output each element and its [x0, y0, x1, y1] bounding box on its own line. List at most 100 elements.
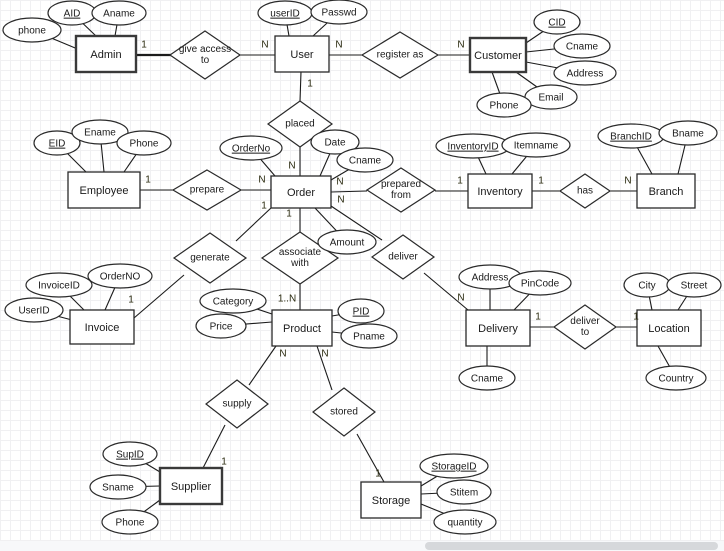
attribute-label-del-address: Address: [472, 273, 509, 284]
attribute-prod-category[interactable]: Category: [199, 288, 267, 314]
attribute-loc-country[interactable]: Country: [645, 365, 707, 391]
attribute-label-loc-country: Country: [658, 374, 693, 385]
attribute-label-cust-email: Email: [538, 93, 563, 104]
attribute-admin-aname[interactable]: Aname: [91, 0, 147, 26]
attribute-label-emp-eid: EID: [49, 139, 66, 150]
attribute-inv-inventoryid[interactable]: InventoryID: [435, 133, 511, 159]
relationship-supply[interactable]: supply: [205, 379, 269, 429]
relationship-label-stored: stored: [330, 407, 358, 418]
attribute-del-pincode[interactable]: PinCode: [508, 270, 572, 296]
attribute-cust-cname[interactable]: Cname: [553, 33, 611, 59]
entity-label-storage: Storage: [372, 495, 411, 507]
er-diagram-canvas[interactable]: Admin User Customer Employee Order Inventory B…: [0, 0, 724, 551]
relationship-label-deliver: deliver: [388, 252, 418, 263]
cardinality-card-storage-1: 1: [375, 469, 381, 480]
connector-order-generate: [235, 207, 272, 242]
attribute-label-user-passwd: Passwd: [321, 8, 356, 19]
relationship-label-has: has: [577, 186, 593, 197]
attribute-label-inv-itemname: Itemname: [514, 141, 559, 152]
attribute-label-cust-cid: CID: [548, 18, 565, 29]
entity-storage[interactable]: Storage: [360, 481, 422, 519]
horizontal-scrollbar-thumb[interactable]: [425, 542, 718, 550]
horizontal-scrollbar-track[interactable]: [0, 541, 724, 551]
entity-label-employee: Employee: [80, 185, 129, 197]
attribute-label-loc-street: Street: [681, 281, 708, 292]
attribute-order-orderno[interactable]: OrderNo: [219, 135, 283, 161]
entity-delivery[interactable]: Delivery: [465, 309, 531, 347]
entity-customer[interactable]: Customer: [468, 36, 528, 74]
cardinality-card-product-sup-n: N: [279, 349, 286, 360]
attribute-order-amount[interactable]: Amount: [317, 229, 377, 255]
attribute-sto-quantity[interactable]: quantity: [433, 509, 497, 535]
attribute-sup-phone[interactable]: Phone: [101, 509, 159, 535]
attribute-del-cname[interactable]: Cname: [458, 365, 516, 391]
attribute-cust-cid[interactable]: CID: [533, 9, 581, 35]
attribute-sup-supid[interactable]: SupID: [102, 441, 158, 467]
relationship-generate[interactable]: generate: [172, 232, 248, 284]
entity-product[interactable]: Product: [271, 309, 333, 347]
entity-invoice[interactable]: Invoice: [69, 309, 135, 345]
entity-label-order: Order: [287, 187, 315, 199]
entity-inventory[interactable]: Inventory: [467, 173, 533, 209]
attribute-sup-sname[interactable]: Sname: [89, 474, 147, 500]
entity-label-admin: Admin: [90, 49, 121, 61]
attribute-label-cust-address: Address: [567, 69, 604, 80]
attribute-inv-invoiceid[interactable]: InvoiceID: [25, 272, 93, 298]
entity-user[interactable]: User: [274, 35, 330, 73]
attribute-prod-price[interactable]: Price: [195, 313, 247, 339]
relationship-has[interactable]: has: [558, 173, 612, 209]
entity-label-product: Product: [283, 323, 321, 335]
relationship-prepare[interactable]: prepare: [171, 169, 243, 211]
cardinality-card-user-left-n: N: [261, 40, 268, 51]
entity-employee[interactable]: Employee: [67, 171, 141, 209]
entity-branch[interactable]: Branch: [636, 173, 696, 209]
cardinality-card-user-right-n: N: [335, 40, 342, 51]
entity-admin[interactable]: Admin: [74, 34, 138, 74]
entity-label-supplier: Supplier: [171, 481, 212, 493]
relationship-stored[interactable]: stored: [312, 387, 376, 437]
attribute-label-cust-phone: Phone: [490, 101, 519, 112]
attribute-user-userid[interactable]: userID: [257, 0, 313, 26]
attribute-loc-street[interactable]: Street: [666, 272, 722, 298]
attribute-order-cname[interactable]: Cname: [336, 147, 394, 173]
attribute-inv-itemname[interactable]: Itemname: [501, 132, 571, 158]
attribute-label-user-userid: userID: [270, 9, 299, 20]
attribute-sto-stitem[interactable]: Stitem: [436, 479, 492, 505]
relationship-deliver[interactable]: deliver: [370, 234, 436, 280]
attribute-label-branch-branchid: BranchID: [610, 132, 652, 143]
relationship-deliver-to[interactable]: deliverto: [552, 304, 618, 350]
cardinality-card-inventory-has-1: 1: [538, 176, 544, 187]
entity-nodes: Admin User Customer Employee Order Inventory B…: [67, 34, 702, 519]
cardinality-card-product-sto-n: N: [321, 349, 328, 360]
relationship-label-deliver-to: deliver: [570, 316, 600, 327]
attribute-prod-pid[interactable]: PID: [337, 298, 385, 324]
attribute-label-inv-inventoryid: InventoryID: [447, 142, 498, 153]
attribute-sto-storageid[interactable]: StorageID: [419, 453, 489, 479]
attribute-branch-branchid[interactable]: BranchID: [597, 123, 665, 149]
attribute-admin-phone[interactable]: phone: [2, 17, 62, 43]
entity-order[interactable]: Order: [270, 175, 332, 209]
connector-user-placed: [299, 71, 302, 102]
attribute-admin-aid[interactable]: AID: [47, 0, 97, 26]
attribute-label-emp-phone: Phone: [130, 139, 159, 150]
relationship-give-access-to[interactable]: give accessto: [168, 30, 242, 80]
attribute-loc-city[interactable]: City: [623, 272, 671, 298]
entity-supplier[interactable]: Supplier: [158, 466, 224, 506]
relationship-register-as[interactable]: register as: [360, 31, 440, 79]
attribute-branch-bname[interactable]: Bname: [658, 120, 718, 146]
attribute-user-passwd[interactable]: Passwd: [310, 0, 368, 25]
attribute-label-sup-sname: Sname: [102, 483, 134, 494]
attribute-inv-userid[interactable]: UserID: [4, 297, 64, 323]
relationship-prepared-from[interactable]: preparedfrom: [365, 167, 437, 213]
attribute-cust-email[interactable]: Email: [524, 84, 578, 110]
attribute-emp-phone[interactable]: Phone: [116, 130, 172, 156]
entity-location[interactable]: Location: [636, 309, 702, 347]
cardinality-card-order-prep-n: N: [258, 175, 265, 186]
attribute-label-sto-quantity: quantity: [447, 518, 482, 529]
attribute-prod-pname[interactable]: Pname: [340, 323, 398, 349]
relationship-label-prepared-from: prepared: [381, 179, 421, 190]
attribute-cust-address[interactable]: Address: [553, 60, 617, 86]
attribute-cust-phone[interactable]: Phone: [476, 92, 532, 118]
relationship-label-placed: placed: [285, 119, 314, 130]
attribute-inv-orderno[interactable]: OrderNO: [87, 263, 153, 289]
